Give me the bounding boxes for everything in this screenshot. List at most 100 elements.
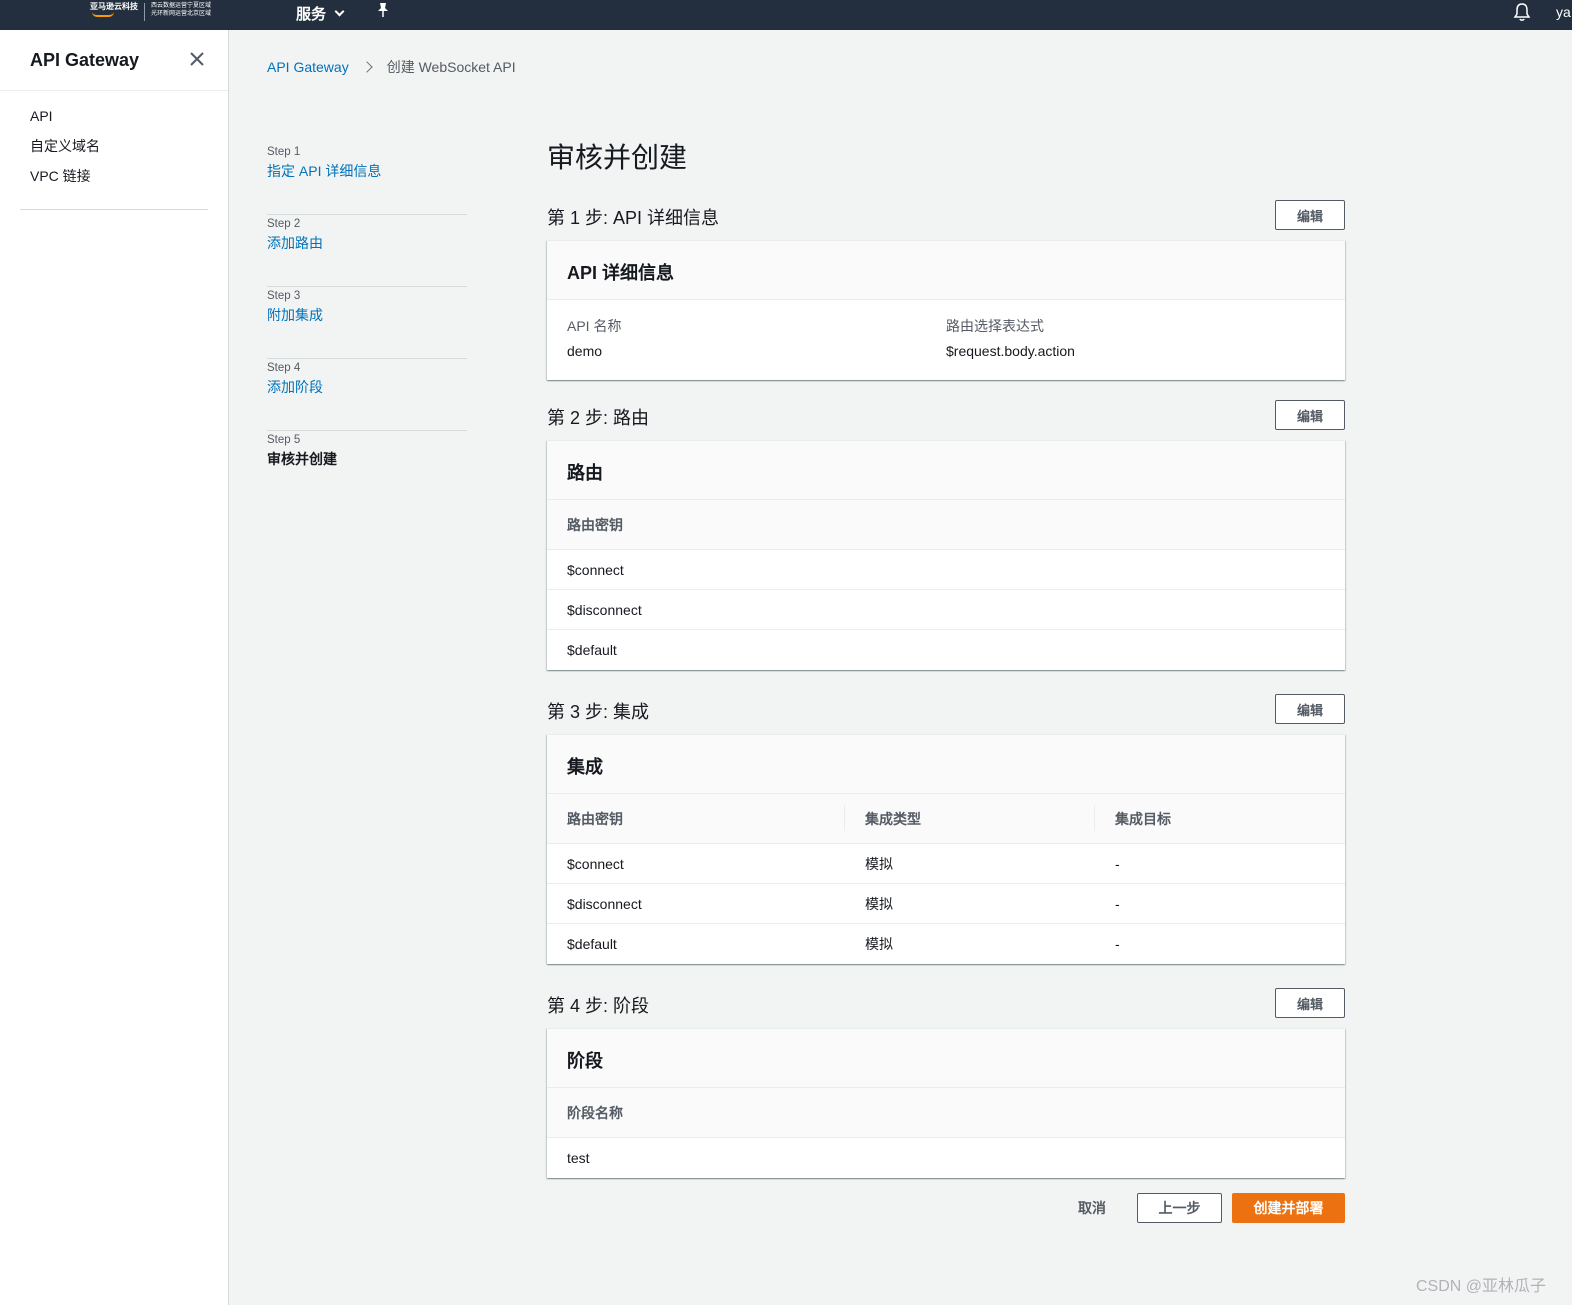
section-1-title: 第 1 步: API 详细信息	[547, 208, 720, 228]
step-number: Step 1	[267, 146, 301, 158]
edit-button-step-4[interactable]: 编辑	[1275, 988, 1345, 1018]
logo-region-line-1: 西云数据运营宁夏区域	[151, 3, 212, 9]
card-title: 路由	[547, 441, 1345, 500]
services-menu[interactable]: 服务	[296, 3, 345, 24]
wizard-step-5: Step 5 审核并创建	[267, 431, 467, 503]
edit-button-step-1[interactable]: 编辑	[1275, 200, 1345, 230]
table-row: test	[547, 1138, 1345, 1178]
step-current-review-create: 审核并创建	[267, 451, 337, 467]
step-number: Step 2	[267, 218, 301, 230]
card-title: API 详细信息	[547, 241, 1345, 300]
integration-type-cell: 模拟	[865, 855, 893, 872]
route-key-cell: $connect	[567, 855, 624, 872]
chevron-down-icon	[334, 6, 345, 17]
top-navigation-bar: 亚马逊云科技 西云数据运营宁夏区域 光环新网运营北京区域 服务 ya	[0, 0, 1572, 30]
pin-icon[interactable]	[376, 2, 390, 21]
step-link-add-routes[interactable]: 添加路由	[267, 232, 467, 254]
logo-smile-icon	[92, 12, 114, 17]
previous-button[interactable]: 上一步	[1137, 1193, 1222, 1223]
integrations-card: 集成 路由密钥 集成类型 集成目标 $connect 模拟 - $disconn…	[547, 734, 1345, 964]
column-header-integration-type: 集成类型	[845, 804, 1095, 831]
bell-icon[interactable]	[1513, 2, 1531, 24]
sidebar-item-custom-domain[interactable]: 自定义域名	[30, 136, 100, 166]
integration-target-cell: -	[1115, 855, 1120, 872]
stages-card: 阶段 阶段名称 test	[547, 1028, 1345, 1178]
wizard-step-1: Step 1 指定 API 详细信息	[267, 143, 467, 215]
api-name-label: API 名称	[567, 318, 622, 334]
watermark: CSDN @亚林瓜子	[1416, 1278, 1547, 1295]
wizard-step-4: Step 4 添加阶段	[267, 359, 467, 431]
chevron-right-icon	[361, 61, 373, 73]
table-row: $connect 模拟 -	[547, 844, 1345, 884]
breadcrumb-link-api-gateway[interactable]: API Gateway	[267, 59, 349, 75]
step-number: Step 3	[267, 290, 301, 302]
stages-table-header: 阶段名称	[547, 1088, 1345, 1138]
logo-region-text: 西云数据运营宁夏区域 光环新网运营北京区域	[151, 2, 211, 18]
section-4-title: 第 4 步: 阶段	[547, 996, 650, 1016]
step-link-api-details[interactable]: 指定 API 详细信息	[267, 160, 467, 182]
column-header-integration-target: 集成目标	[1115, 810, 1171, 827]
column-header-route-key: 路由密钥	[567, 516, 623, 533]
api-name-value: demo	[567, 343, 603, 359]
table-row: $connect	[547, 550, 1345, 590]
cancel-button[interactable]: 取消	[1066, 1193, 1118, 1223]
close-icon[interactable]	[188, 50, 206, 68]
integration-type-cell: 模拟	[865, 936, 893, 952]
sidebar-item-vpc-link[interactable]: VPC 链接	[30, 166, 100, 196]
section-4-header: 第 4 步: 阶段 编辑	[547, 988, 1345, 1018]
services-label: 服务	[296, 6, 327, 23]
route-key-cell: $default	[567, 936, 617, 952]
card-title: 集成	[547, 735, 1345, 794]
create-and-deploy-button[interactable]: 创建并部署	[1232, 1193, 1345, 1223]
edit-button-step-3[interactable]: 编辑	[1275, 694, 1345, 724]
table-row: $default 模拟 -	[547, 924, 1345, 964]
wizard-step-3: Step 3 附加集成	[267, 287, 467, 359]
wizard-step-2: Step 2 添加路由	[267, 215, 467, 287]
integration-type-cell: 模拟	[865, 895, 893, 912]
edit-button-step-2[interactable]: 编辑	[1275, 400, 1345, 430]
route-key-cell: $default	[567, 642, 617, 658]
column-header-route-key: 路由密钥	[547, 804, 845, 831]
logo-region-line-2: 光环新网运营北京区域	[151, 11, 212, 17]
step-link-add-stages[interactable]: 添加阶段	[267, 376, 467, 398]
api-details-card: API 详细信息 API 名称 demo 路由选择表达式 $request.bo…	[547, 240, 1345, 380]
integration-target-cell: -	[1115, 895, 1120, 912]
sidebar-divider-bottom	[20, 209, 208, 210]
api-name-field: API 名称 demo	[567, 316, 946, 380]
column-header-stage-name: 阶段名称	[567, 1104, 623, 1121]
section-2-header: 第 2 步: 路由 编辑	[547, 400, 1345, 430]
integrations-table-header: 路由密钥 集成类型 集成目标	[547, 794, 1345, 844]
logo-text: 亚马逊云科技	[90, 2, 138, 17]
route-selection-field: 路由选择表达式 $request.body.action	[946, 316, 1325, 380]
route-key-cell: $connect	[567, 561, 624, 578]
stage-name-cell: test	[567, 1150, 590, 1166]
step-link-attach-integrations[interactable]: 附加集成	[267, 304, 467, 326]
route-key-cell: $disconnect	[567, 601, 642, 618]
routes-card: 路由 路由密钥 $connect $disconnect $default	[547, 440, 1345, 670]
section-3-header: 第 3 步: 集成 编辑	[547, 694, 1345, 724]
user-menu[interactable]: ya	[1556, 4, 1571, 20]
route-selection-value: $request.body.action	[946, 343, 1075, 359]
step-number: Step 5	[267, 434, 301, 446]
integration-target-cell: -	[1115, 936, 1120, 952]
card-title: 阶段	[547, 1029, 1345, 1088]
aws-logo[interactable]: 亚马逊云科技 西云数据运营宁夏区域 光环新网运营北京区域	[90, 2, 211, 21]
section-2-title: 第 2 步: 路由	[547, 408, 650, 428]
api-details-values: API 名称 demo 路由选择表达式 $request.body.action	[547, 300, 1345, 380]
table-row: $default	[547, 630, 1345, 670]
sidebar: API Gateway API 自定义域名 VPC 链接	[0, 30, 229, 1305]
route-key-cell: $disconnect	[567, 895, 642, 912]
section-1-header: 第 1 步: API 详细信息 编辑	[547, 200, 1345, 230]
wizard-steps: Step 1 指定 API 详细信息 Step 2 添加路由 Step 3 附加…	[267, 143, 467, 503]
step-number: Step 4	[267, 362, 301, 374]
page-title: 审核并创建	[547, 142, 688, 173]
table-row: $disconnect	[547, 590, 1345, 630]
sidebar-item-api[interactable]: API	[30, 106, 100, 136]
sidebar-divider	[0, 90, 228, 91]
route-selection-label: 路由选择表达式	[946, 318, 1044, 334]
sidebar-nav: API 自定义域名 VPC 链接	[30, 106, 100, 196]
section-3-title: 第 3 步: 集成	[547, 702, 650, 722]
routes-table-header: 路由密钥	[547, 500, 1345, 550]
sidebar-title: API Gateway	[30, 50, 140, 70]
table-row: $disconnect 模拟 -	[547, 884, 1345, 924]
